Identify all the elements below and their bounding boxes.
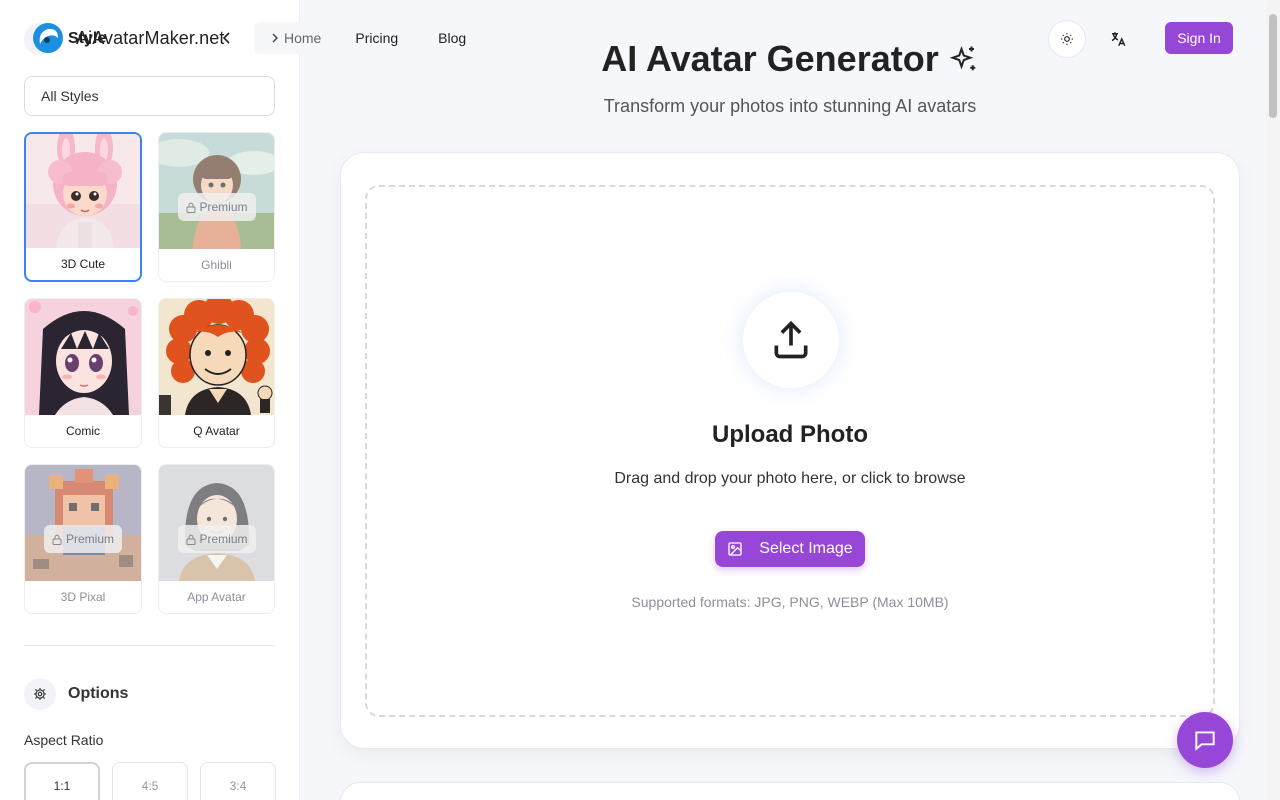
secondary-card <box>340 782 1240 800</box>
lock-icon <box>185 534 195 545</box>
brand-name: AiAvatarMaker.net <box>76 27 225 48</box>
style-thumbnail <box>159 133 274 249</box>
style-card-label: App Avatar <box>187 590 246 604</box>
style-card-label: 3D Cute <box>60 257 106 271</box>
upload-icon-circle <box>743 292 839 388</box>
style-card-label: Comic <box>65 424 100 438</box>
scrollbar-thumb[interactable] <box>1269 14 1277 118</box>
chat-icon <box>1195 731 1215 751</box>
supported-formats: Supported formats: JPG, PNG, WEBP (Max 1… <box>631 594 949 610</box>
comic-avatar-image <box>25 299 141 415</box>
brand-link[interactable]: AiAvatarMaker.net <box>32 22 224 54</box>
premium-badge-label: Premium <box>199 532 248 546</box>
nav-home[interactable]: Home <box>254 22 336 54</box>
options-section-header: Options <box>24 678 128 710</box>
style-thumbnail <box>25 465 141 581</box>
ratio-1-1-button[interactable]: 1:1 <box>24 762 100 800</box>
premium-badge: Premium <box>177 193 256 221</box>
style-card-3d-cute[interactable]: 3D Cute <box>24 132 142 282</box>
page-scrollbar[interactable] <box>1266 0 1280 800</box>
style-thumbnail <box>159 299 274 415</box>
q-avatar-image <box>159 299 274 415</box>
upload-icon <box>774 320 808 359</box>
upload-description: Drag and drop your photo here, or click … <box>614 470 966 487</box>
style-thumbnail <box>25 299 141 415</box>
style-card-comic[interactable]: Comic <box>24 298 142 448</box>
upload-card: Upload Photo Drag and drop your photo he… <box>340 152 1240 749</box>
premium-badge: Premium <box>43 525 123 553</box>
nav-home-label: Home <box>284 30 322 46</box>
premium-badge: Premium <box>177 525 256 553</box>
style-sidebar: Style All Styles 3D Cute Premium Ghibli … <box>0 0 300 800</box>
style-card-label: Q Avatar <box>193 424 240 438</box>
style-filter-select[interactable]: All Styles <box>24 76 275 116</box>
style-thumbnail <box>26 134 140 248</box>
style-card-q-avatar[interactable]: Q Avatar <box>158 298 275 448</box>
chat-button[interactable] <box>1177 712 1233 768</box>
select-image-label: Select Image <box>759 540 853 557</box>
page-title: AI Avatar Generator <box>340 38 1240 80</box>
select-image-button[interactable]: Select Image <box>715 531 865 567</box>
aspect-ratio-options: 1:1 4:5 3:4 <box>24 762 276 800</box>
page-title-text: AI Avatar Generator <box>601 38 939 79</box>
3d-pixal-avatar-image <box>25 465 141 581</box>
premium-badge-label: Premium <box>65 532 115 546</box>
brand-logo-icon <box>33 23 63 53</box>
chevron-right-icon <box>272 33 278 43</box>
aspect-ratio-label: Aspect Ratio <box>24 732 104 748</box>
sparkles-icon <box>949 45 975 71</box>
style-grid: 3D Cute Premium Ghibli Comic Q Avatar Pr… <box>24 132 275 614</box>
premium-badge-label: Premium <box>199 200 248 214</box>
chevron-left-icon[interactable] <box>220 30 234 51</box>
ghibli-avatar-image <box>159 133 274 249</box>
style-card-label: 3D Pixal <box>60 590 106 604</box>
style-card-ghibli[interactable]: Premium Ghibli <box>158 132 275 282</box>
style-thumbnail <box>159 465 274 581</box>
gear-icon <box>24 678 56 710</box>
image-icon <box>728 542 742 556</box>
ratio-4-5-button[interactable]: 4:5 <box>112 762 188 800</box>
3d-cute-avatar-image <box>26 134 140 248</box>
style-card-app-avatar[interactable]: Premium App Avatar <box>158 464 275 614</box>
options-title: Options <box>68 685 129 702</box>
page-subtitle: Transform your photos into stunning AI a… <box>603 96 977 116</box>
sidebar-divider <box>24 645 275 646</box>
style-card-label: Ghibli <box>201 258 232 272</box>
upload-title: Upload Photo <box>712 421 868 448</box>
lock-icon <box>185 202 195 213</box>
upload-dropzone[interactable]: Upload Photo Drag and drop your photo he… <box>365 185 1215 717</box>
lock-icon <box>52 534 62 545</box>
style-card-3d-pixal[interactable]: Premium 3D Pixal <box>24 464 142 614</box>
app-avatar-image <box>159 465 274 581</box>
ratio-3-4-button[interactable]: 3:4 <box>200 762 276 800</box>
